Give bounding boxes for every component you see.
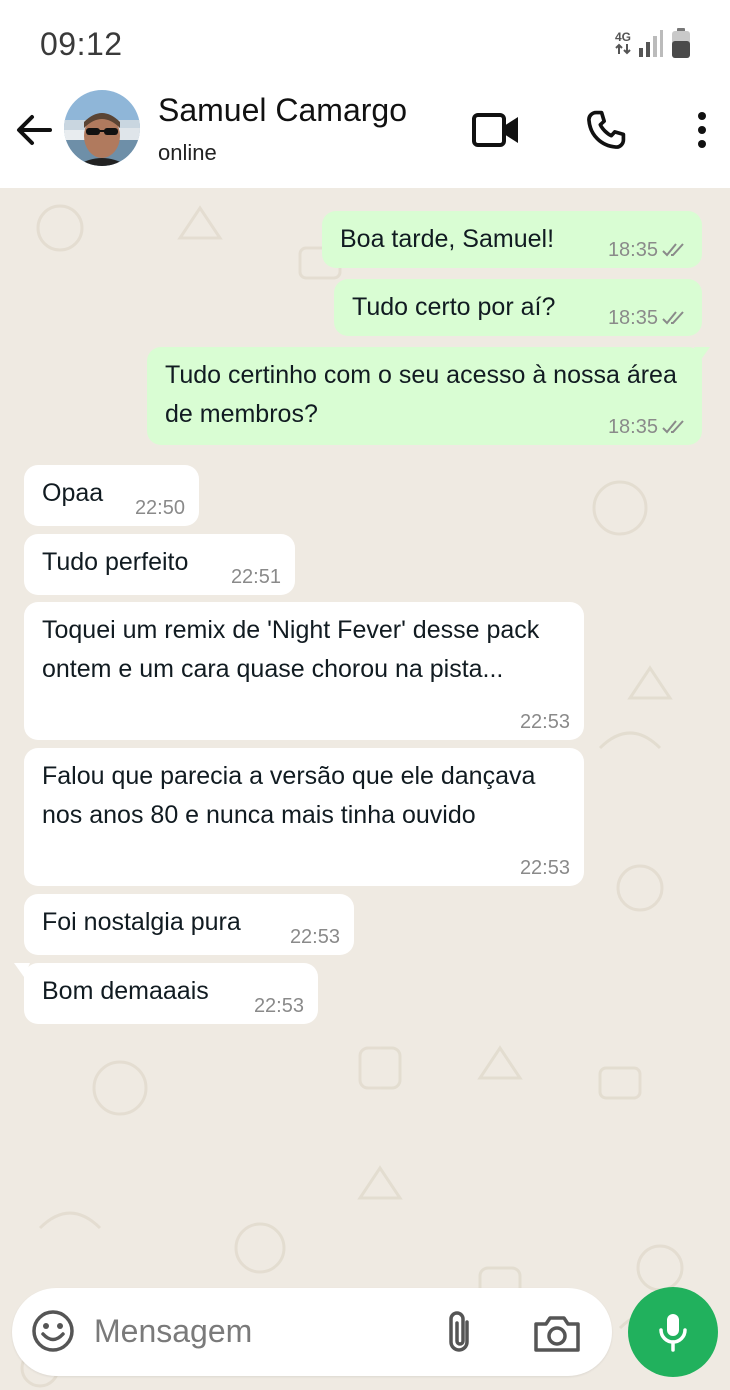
compose-bar bbox=[12, 1288, 612, 1376]
message-time: 22:53 bbox=[519, 711, 570, 733]
contact-name[interactable]: Samuel Camargo bbox=[158, 92, 407, 129]
phone-icon bbox=[587, 110, 626, 149]
message-input[interactable] bbox=[94, 1306, 414, 1356]
message-meta: 18:35 bbox=[608, 240, 688, 260]
status-bar: 09:12 4G bbox=[0, 0, 730, 80]
message-time: 18:35 bbox=[607, 239, 658, 261]
message-time: 18:35 bbox=[607, 307, 658, 329]
back-button[interactable] bbox=[14, 110, 54, 150]
status-icons: 4G bbox=[614, 26, 692, 60]
message-bubble-incoming[interactable]: Foi nostalgia pura 22:53 bbox=[24, 894, 354, 955]
bubble-tail bbox=[694, 347, 710, 361]
message-meta: 22:53 bbox=[520, 712, 570, 732]
message-meta: 22:50 bbox=[135, 498, 185, 518]
bubble-tail bbox=[14, 963, 30, 977]
battery-icon bbox=[672, 28, 690, 58]
paperclip-icon bbox=[449, 1311, 469, 1352]
chat-area[interactable]: Boa tarde, Samuel! 18:35 Tudo certo por … bbox=[0, 188, 730, 1390]
more-options-button[interactable] bbox=[674, 102, 730, 158]
chat-header: Samuel Camargo online bbox=[0, 80, 730, 188]
double-check-icon bbox=[662, 243, 684, 257]
message-time: 22:53 bbox=[519, 857, 570, 879]
attach-button[interactable] bbox=[436, 1308, 482, 1356]
kebab-menu-icon bbox=[698, 112, 706, 148]
message-time: 22:53 bbox=[289, 926, 340, 948]
contact-status: online bbox=[158, 140, 217, 165]
double-check-icon bbox=[662, 311, 684, 325]
avatar[interactable] bbox=[64, 90, 140, 166]
arrow-left-icon bbox=[17, 115, 52, 145]
network-type: 4G bbox=[614, 30, 631, 44]
message-text: Toquei um remix de 'Night Fever' desse p… bbox=[42, 616, 540, 683]
camera-button[interactable] bbox=[532, 1310, 582, 1356]
emoji-button[interactable] bbox=[30, 1308, 76, 1354]
message-bubble-incoming[interactable]: Opaa 22:50 bbox=[24, 465, 199, 526]
message-bubble-outgoing[interactable]: Tudo certo por aí? 18:35 bbox=[334, 279, 702, 336]
message-bubble-incoming[interactable]: Bom demaaais 22:53 bbox=[14, 963, 318, 1024]
double-check-icon bbox=[662, 420, 684, 434]
message-time: 22:51 bbox=[230, 566, 281, 588]
clock: 09:12 bbox=[40, 26, 123, 62]
message-bubble-outgoing[interactable]: Boa tarde, Samuel! 18:35 bbox=[322, 211, 702, 268]
microphone-icon bbox=[659, 1314, 687, 1352]
smiley-icon bbox=[32, 1310, 74, 1352]
message-bubble-outgoing[interactable]: Tudo certinho com o seu acesso à nossa á… bbox=[147, 347, 710, 445]
video-camera-icon bbox=[472, 113, 518, 147]
data-arrows-icon bbox=[615, 43, 631, 55]
camera-icon bbox=[534, 1316, 580, 1352]
message-time: 18:35 bbox=[607, 416, 658, 438]
message-meta: 18:35 bbox=[608, 417, 688, 437]
message-bubble-incoming[interactable]: Tudo perfeito 22:51 bbox=[24, 534, 295, 595]
message-meta: 22:53 bbox=[254, 996, 304, 1016]
signal-icon bbox=[639, 30, 663, 57]
message-time: 22:53 bbox=[253, 995, 304, 1017]
profile-photo bbox=[64, 90, 140, 166]
voice-message-button[interactable] bbox=[628, 1287, 718, 1377]
voice-call-button[interactable] bbox=[578, 102, 634, 158]
network-indicator: 4G bbox=[614, 31, 632, 55]
message-time: 22:50 bbox=[134, 497, 185, 519]
message-meta: 22:51 bbox=[231, 567, 281, 587]
message-text: Falou que parecia a versão que ele dança… bbox=[42, 762, 536, 829]
message-bubble-incoming[interactable]: Falou que parecia a versão que ele dança… bbox=[24, 748, 584, 886]
video-call-button[interactable] bbox=[468, 102, 524, 158]
message-meta: 22:53 bbox=[290, 927, 340, 947]
message-bubble-incoming[interactable]: Toquei um remix de 'Night Fever' desse p… bbox=[24, 602, 584, 740]
message-meta: 22:53 bbox=[520, 858, 570, 878]
message-meta: 18:35 bbox=[608, 308, 688, 328]
